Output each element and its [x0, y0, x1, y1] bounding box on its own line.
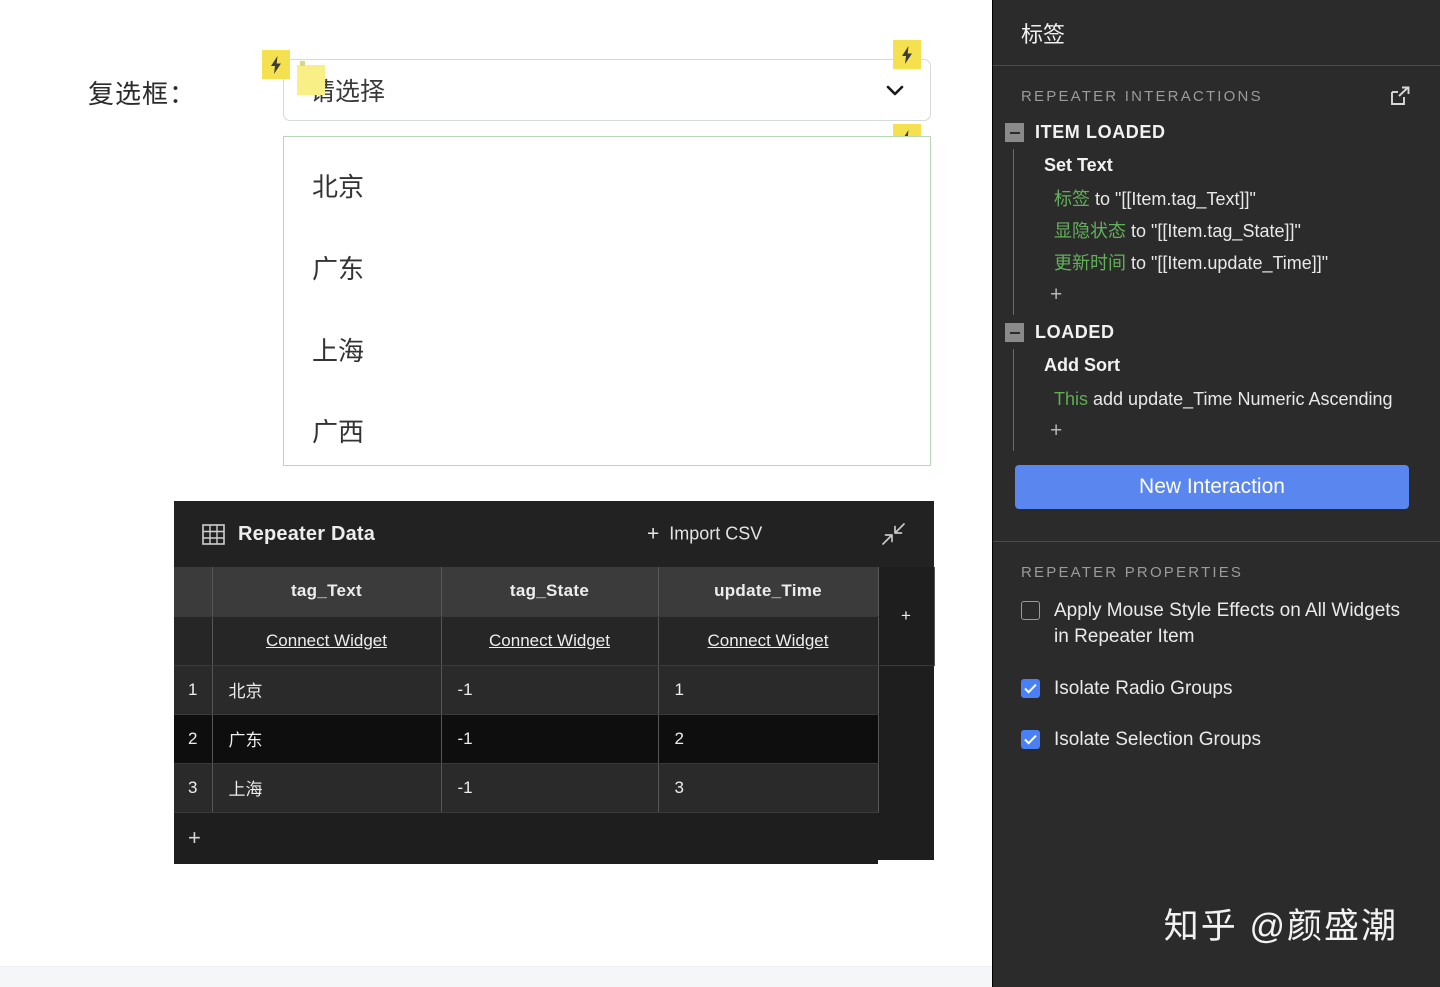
connect-widget-link: Connect Widget — [266, 630, 387, 650]
row-index: 1 — [174, 665, 213, 715]
cell-tag-text[interactable]: 北京 — [212, 665, 442, 715]
multiselect-dropdown[interactable]: 请选择 — [283, 59, 931, 121]
add-row-row[interactable]: + — [174, 811, 934, 864]
action-line[interactable]: 显隐状态 to "[[Item.tag_State]]" — [1014, 215, 1440, 247]
repeater-data-header: Repeater Data + Import CSV — [174, 501, 934, 567]
checkbox-isolate-selection-groups[interactable] — [1021, 730, 1040, 750]
action-detail: add update_Time Numeric Ascending — [1088, 389, 1393, 410]
connect-widget-link: Connect Widget — [489, 630, 610, 650]
event-loaded-body: Add Sort This add update_Time Numeric As… — [1013, 349, 1440, 452]
event-loaded[interactable]: LOADED — [993, 315, 1440, 349]
table-grid-icon — [202, 523, 225, 545]
property-label: Isolate Radio Groups — [1054, 677, 1233, 699]
event-item-loaded-body: Set Text 标签 to "[[Item.tag_Text]]" 显隐状态 … — [1013, 149, 1440, 316]
cell-tag-text[interactable]: 广东 — [212, 714, 442, 764]
lightning-bolt-icon[interactable] — [262, 50, 290, 79]
row-index: 2 — [174, 714, 213, 764]
text-selection-handle — [300, 61, 305, 66]
new-interaction-button[interactable]: New Interaction — [1015, 465, 1409, 510]
action-detail: to "[[Item.tag_Text]]" — [1090, 189, 1256, 209]
repeater-data-table: tag_Text tag_State update_Time + Connect… — [174, 567, 935, 864]
design-canvas: 复选框： 请选择 北京 广东 上海 广西 Repeater Data + Imp… — [0, 0, 992, 987]
table-connect-row: Connect Widget Connect Widget Connect Wi… — [174, 616, 934, 666]
checkbox-apply-mouse-style-effects[interactable] — [1021, 601, 1040, 621]
action-target: 更新时间 — [1054, 253, 1126, 274]
repeater-data-panel: Repeater Data + Import CSV tag_Text tag_… — [174, 501, 935, 864]
field-label: 复选框： — [88, 79, 197, 109]
cell-update-time[interactable]: 2 — [658, 714, 879, 764]
cell-tag-state[interactable]: -1 — [441, 763, 659, 813]
action-name[interactable]: Set Text — [1014, 151, 1440, 183]
repeater-interactions-label: REPEATER INTERACTIONS — [1021, 88, 1263, 105]
row-index: 3 — [174, 763, 213, 813]
action-line[interactable]: This add update_Time Numeric Ascending — [1014, 383, 1440, 415]
repeater-data-title: Repeater Data — [238, 522, 376, 545]
properties-panel: 标签 REPEATER INTERACTIONS ITEM LOADED Set… — [992, 0, 1440, 987]
app-root: 复选框： 请选择 北京 广东 上海 广西 Repeater Data + Imp… — [0, 0, 1440, 987]
cell-update-time[interactable]: 3 — [658, 763, 879, 813]
cell-update-time[interactable]: 1 — [658, 665, 879, 715]
table-row[interactable]: 3 上海 -1 3 — [174, 763, 934, 813]
lightning-bolt-icon[interactable] — [893, 40, 921, 69]
property-label: Isolate Selection Groups — [1054, 729, 1262, 751]
repeater-item[interactable]: 广东 — [312, 249, 364, 286]
repeater-properties-section-header: REPEATER PROPERTIES — [993, 542, 1440, 591]
action-line[interactable]: 标签 to "[[Item.tag_Text]]" — [1014, 183, 1440, 215]
connect-widget-tag-state[interactable]: Connect Widget — [441, 616, 659, 666]
repeater-item[interactable]: 广西 — [312, 412, 364, 449]
table-row[interactable]: 1 北京 -1 1 — [174, 665, 934, 715]
import-csv-label: Import CSV — [669, 523, 763, 544]
table-row[interactable]: 2 广东 -1 2 — [174, 714, 934, 764]
connect-widget-update-time[interactable]: Connect Widget — [658, 616, 879, 666]
watermark: 知乎 @颜盛潮 — [1163, 907, 1398, 946]
repeater-item[interactable]: 北京 — [312, 167, 364, 204]
action-target: This — [1054, 389, 1089, 410]
event-item-loaded[interactable]: ITEM LOADED — [993, 115, 1440, 149]
connect-widget-link: Connect Widget — [707, 630, 829, 650]
open-external-icon[interactable] — [1388, 84, 1412, 108]
repeater-interactions-section-header: REPEATER INTERACTIONS — [993, 66, 1440, 115]
table-corner-cell — [174, 567, 213, 617]
property-isolate-radio-groups[interactable]: Isolate Radio Groups — [993, 669, 1440, 709]
collapse-minus-icon[interactable] — [1005, 123, 1024, 142]
property-apply-mouse-style-effects[interactable]: Apply Mouse Style Effects on All Widgets… — [993, 591, 1440, 656]
column-header-tag-text[interactable]: tag_Text — [212, 567, 442, 617]
action-target: 显隐状态 — [1054, 221, 1126, 242]
event-name: LOADED — [1035, 322, 1115, 343]
canvas-bottom-strip — [0, 966, 992, 987]
action-detail: to "[[Item.update_Time]]" — [1126, 253, 1329, 274]
add-column-button[interactable]: + — [878, 567, 935, 666]
panel-title: 标签 — [993, 0, 1440, 66]
repeater-item[interactable]: 上海 — [312, 331, 364, 368]
connect-widget-tag-text[interactable]: Connect Widget — [212, 616, 442, 666]
add-action-button[interactable]: + — [1014, 415, 1440, 447]
cell-tag-state[interactable]: -1 — [441, 665, 659, 715]
event-name: ITEM LOADED — [1035, 122, 1166, 142]
property-label: Apply Mouse Style Effects on All Widgets… — [1054, 600, 1401, 648]
add-action-button[interactable]: + — [1014, 279, 1440, 311]
repeater-widget[interactable]: 北京 广东 上海 广西 — [283, 136, 931, 466]
column-header-update-time[interactable]: update_Time — [658, 567, 879, 617]
collapse-arrows-icon[interactable] — [880, 521, 906, 547]
import-csv-button[interactable]: + Import CSV — [647, 524, 762, 545]
cell-tag-text[interactable]: 上海 — [212, 763, 442, 813]
connect-row-corner — [174, 616, 213, 666]
action-name[interactable]: Add Sort — [1014, 351, 1440, 383]
text-selection-highlight — [297, 65, 325, 95]
import-csv-plus-icon: + — [647, 522, 660, 546]
checkbox-isolate-radio-groups[interactable] — [1021, 678, 1040, 698]
table-column-header-row: tag_Text tag_State update_Time + — [174, 567, 935, 666]
action-target: 标签 — [1054, 189, 1090, 209]
action-detail: to "[[Item.tag_State]]" — [1126, 221, 1301, 242]
collapse-minus-icon[interactable] — [1005, 323, 1024, 343]
column-header-tag-state[interactable]: tag_State — [441, 567, 659, 617]
action-line[interactable]: 更新时间 to "[[Item.update_Time]]" — [1014, 247, 1440, 279]
repeater-properties-label: REPEATER PROPERTIES — [1021, 564, 1244, 582]
cell-tag-state[interactable]: -1 — [441, 714, 659, 764]
chevron-down-icon — [882, 77, 908, 103]
add-row-button[interactable]: + — [174, 811, 878, 864]
property-isolate-selection-groups[interactable]: Isolate Selection Groups — [993, 720, 1440, 760]
